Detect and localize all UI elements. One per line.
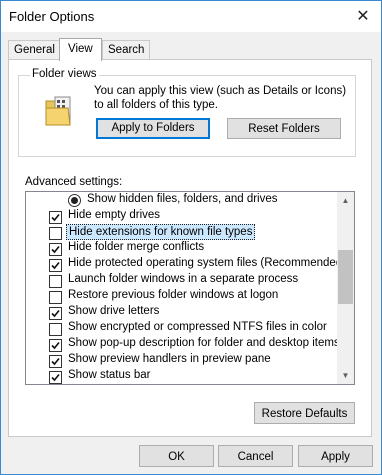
checkbox[interactable] <box>49 275 62 288</box>
cancel-button[interactable]: Cancel <box>218 445 293 467</box>
tab-view[interactable]: View <box>59 38 102 61</box>
vertical-scrollbar[interactable]: ▲ ▼ <box>337 192 354 384</box>
list-item[interactable]: Hide empty drives <box>26 208 336 224</box>
folder-views-description: You can apply this view (such as Details… <box>94 85 347 111</box>
list-item[interactable]: Hide folder merge conflicts <box>26 240 336 256</box>
checkbox[interactable] <box>49 323 62 336</box>
checkbox[interactable] <box>49 307 62 320</box>
checkbox[interactable] <box>49 227 62 240</box>
list-item-label-selected: Hide extensions for known file types <box>66 224 256 240</box>
folder-icon <box>45 96 71 126</box>
list-item[interactable]: Show pop-up description for folder and d… <box>26 336 340 352</box>
list-item[interactable]: Show preview handlers in preview pane <box>26 352 336 368</box>
window-title: Folder Options <box>9 9 95 24</box>
list-item-label: Restore previous folder windows at logon <box>68 289 279 301</box>
list-item[interactable]: Hide protected operating system files (R… <box>26 256 346 272</box>
list-item-label: Show encrypted or compressed NTFS files … <box>68 321 327 333</box>
restore-defaults-button[interactable]: Restore Defaults <box>254 402 355 424</box>
scroll-down-icon[interactable]: ▼ <box>337 367 354 384</box>
checkbox[interactable] <box>49 211 62 224</box>
advanced-settings-list[interactable]: Show hidden files, folders, and drives H… <box>25 191 355 385</box>
tab-search[interactable]: Search <box>102 40 151 60</box>
radio-button[interactable] <box>68 194 81 207</box>
list-item-label: Show drive letters <box>68 305 160 317</box>
list-item-label: Show hidden files, folders, and drives <box>87 193 278 205</box>
list-item[interactable]: Hide extensions for known file types <box>26 224 336 240</box>
folder-views-label: Folder views <box>30 68 99 80</box>
list-item-label: Hide protected operating system files (R… <box>68 257 347 269</box>
apply-button[interactable]: Apply <box>298 445 373 467</box>
checkbox[interactable] <box>49 355 62 368</box>
list-item[interactable]: Show drive letters <box>26 304 336 320</box>
list-item[interactable]: Show status bar <box>26 368 336 384</box>
tab-general[interactable]: General <box>8 40 61 60</box>
checkbox[interactable] <box>49 371 62 384</box>
list-item[interactable]: Restore previous folder windows at logon <box>26 288 336 304</box>
checkbox[interactable] <box>49 259 62 272</box>
checkbox[interactable] <box>49 243 62 256</box>
close-icon[interactable]: ✕ <box>345 1 381 32</box>
apply-to-folders-button[interactable]: Apply to Folders <box>96 118 210 139</box>
list-item[interactable]: Show hidden files, folders, and drives <box>26 192 336 208</box>
list-item[interactable]: Launch folder windows in a separate proc… <box>26 272 336 288</box>
title-bar: Folder Options ✕ <box>1 1 381 32</box>
checkbox[interactable] <box>49 339 62 352</box>
scrollbar-thumb[interactable] <box>338 250 353 304</box>
list-item-label: Show status bar <box>68 369 151 381</box>
advanced-settings-label: Advanced settings: <box>25 176 123 188</box>
list-item-label: Launch folder windows in a separate proc… <box>68 273 299 285</box>
list-item-label: Show preview handlers in preview pane <box>68 353 271 365</box>
list-item-label: Hide folder merge conflicts <box>68 241 205 253</box>
list-item-label: Show pop-up description for folder and d… <box>68 337 340 349</box>
ok-button[interactable]: OK <box>139 445 214 467</box>
scroll-up-icon[interactable]: ▲ <box>337 192 354 209</box>
list-item[interactable]: Show encrypted or compressed NTFS files … <box>26 320 336 336</box>
checkbox[interactable] <box>49 291 62 304</box>
list-item-label: Hide empty drives <box>68 209 161 221</box>
reset-folders-button[interactable]: Reset Folders <box>227 118 341 139</box>
